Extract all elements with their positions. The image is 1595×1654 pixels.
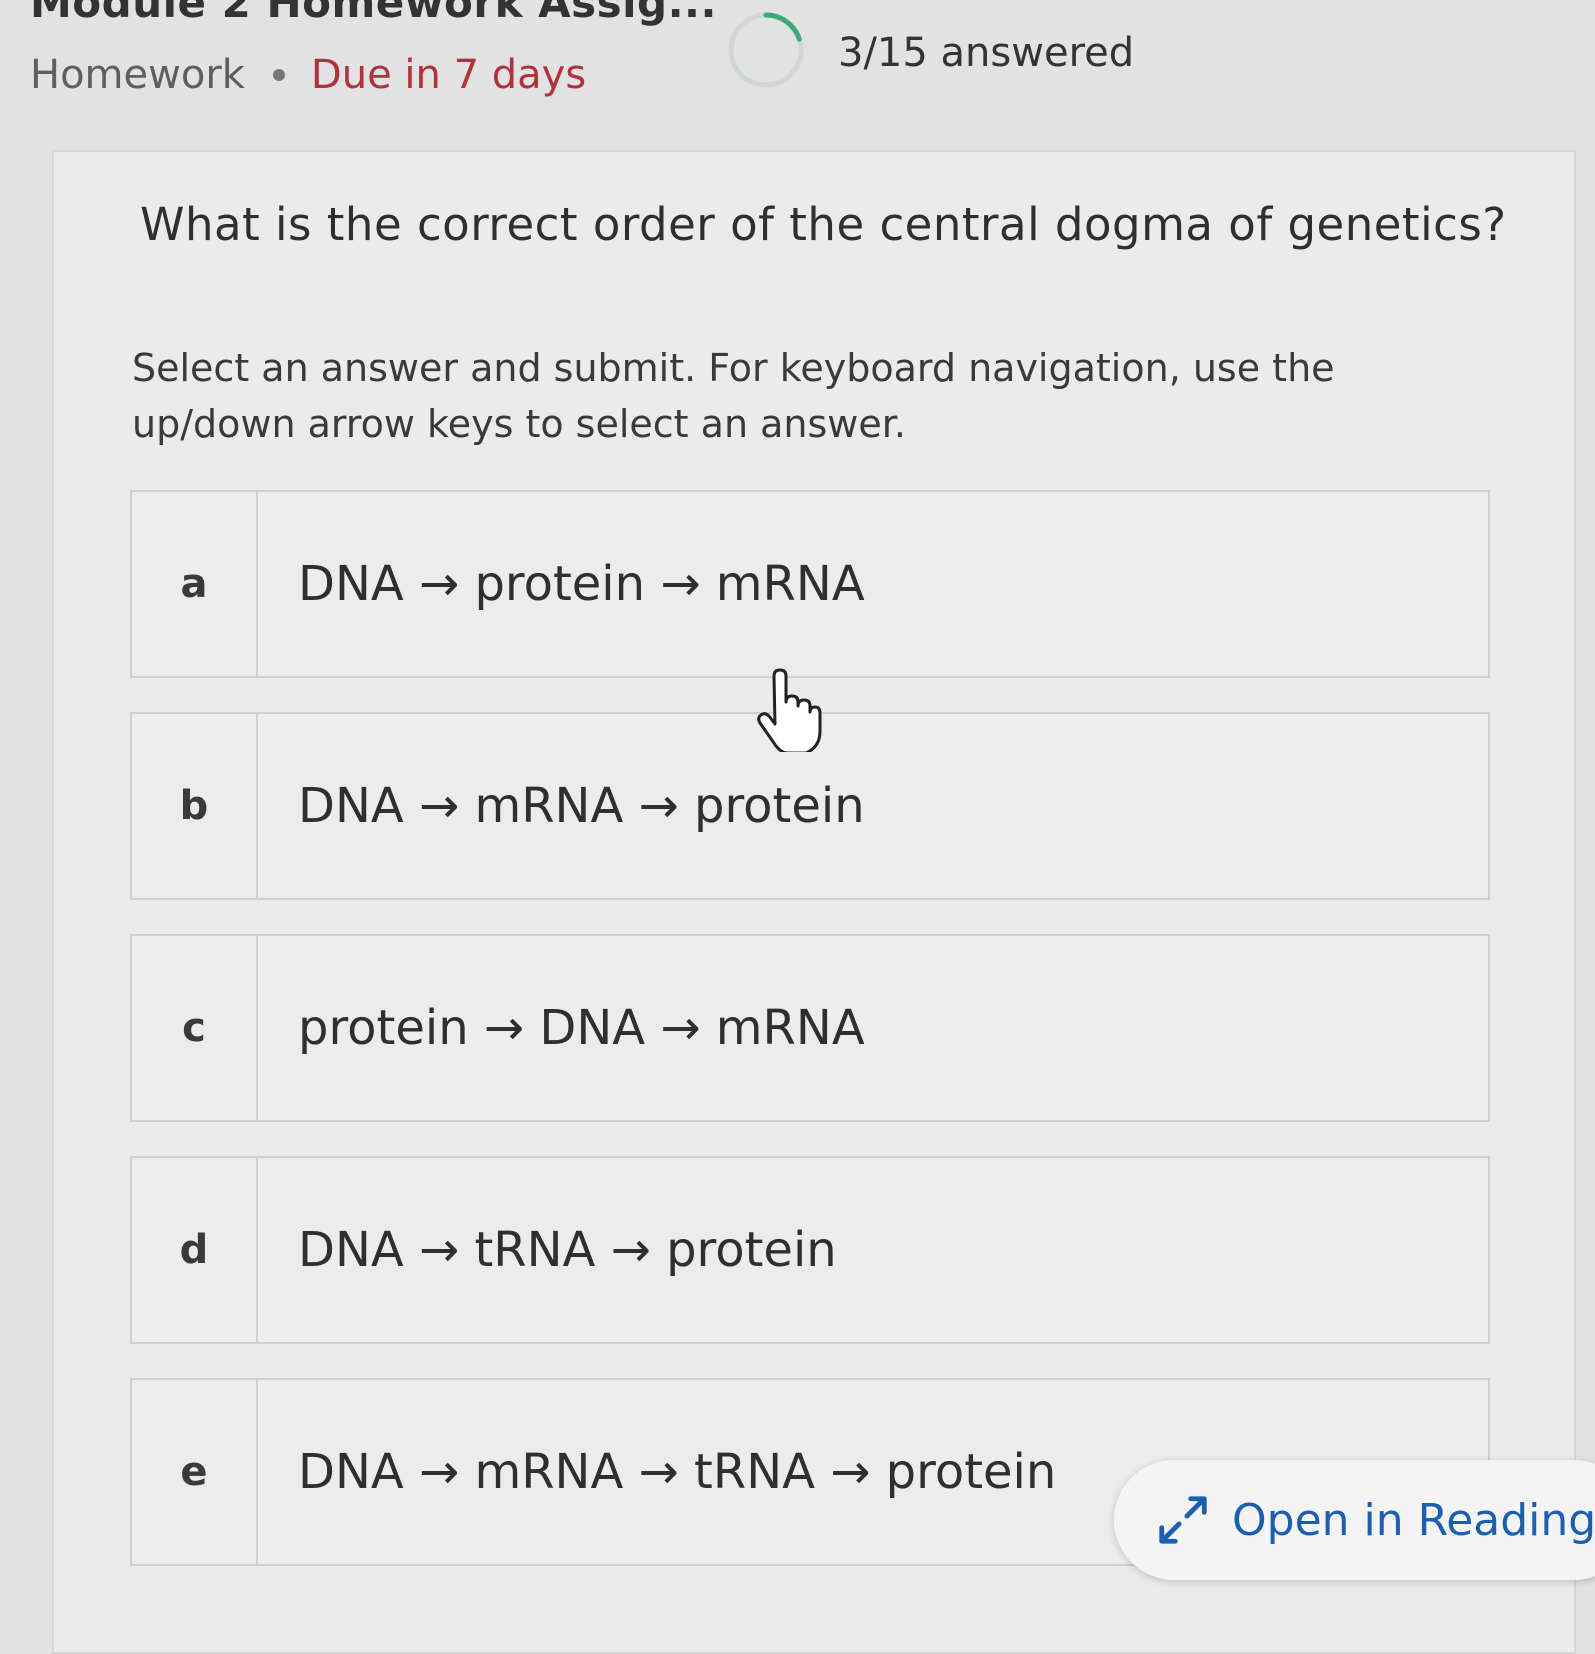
answer-option-c[interactable]: c protein → DNA → mRNA bbox=[130, 934, 1490, 1122]
option-letter: a bbox=[132, 492, 258, 676]
open-in-reading-label: Open in Reading bbox=[1232, 1494, 1595, 1546]
open-in-reading-button[interactable]: Open in Reading bbox=[1114, 1460, 1595, 1580]
due-date: Due in 7 days bbox=[310, 52, 587, 98]
answer-option-a[interactable]: a DNA → protein → mRNA bbox=[130, 490, 1490, 678]
assignment-title[interactable]: Module 2 Homework Assig... bbox=[30, 0, 717, 27]
option-letter: c bbox=[132, 936, 258, 1120]
progress-ring-icon bbox=[728, 12, 804, 88]
question-instructions: Select an answer and submit. For keyboar… bbox=[132, 346, 1335, 446]
option-letter: b bbox=[132, 714, 258, 898]
question-prompt: What is the correct order of the central… bbox=[140, 198, 1507, 251]
progress-count: 3/15 answered bbox=[838, 30, 1135, 76]
hand-cursor-icon bbox=[757, 668, 822, 752]
separator-dot-icon bbox=[272, 69, 285, 81]
assignment-meta: Homework Due in 7 days bbox=[30, 52, 586, 98]
option-text: protein → DNA → mRNA bbox=[298, 1000, 865, 1056]
expand-icon bbox=[1159, 1496, 1207, 1544]
option-letter: d bbox=[132, 1158, 258, 1342]
option-text: DNA → tRNA → protein bbox=[298, 1222, 837, 1278]
option-letter: e bbox=[132, 1380, 258, 1564]
option-text: DNA → protein → mRNA bbox=[298, 556, 865, 612]
assignment-type: Homework bbox=[30, 52, 245, 98]
assignment-header: Module 2 Homework Assig... Homework Due … bbox=[0, 0, 1595, 150]
option-text: DNA → mRNA → protein bbox=[298, 778, 865, 834]
answer-option-d[interactable]: d DNA → tRNA → protein bbox=[130, 1156, 1490, 1344]
